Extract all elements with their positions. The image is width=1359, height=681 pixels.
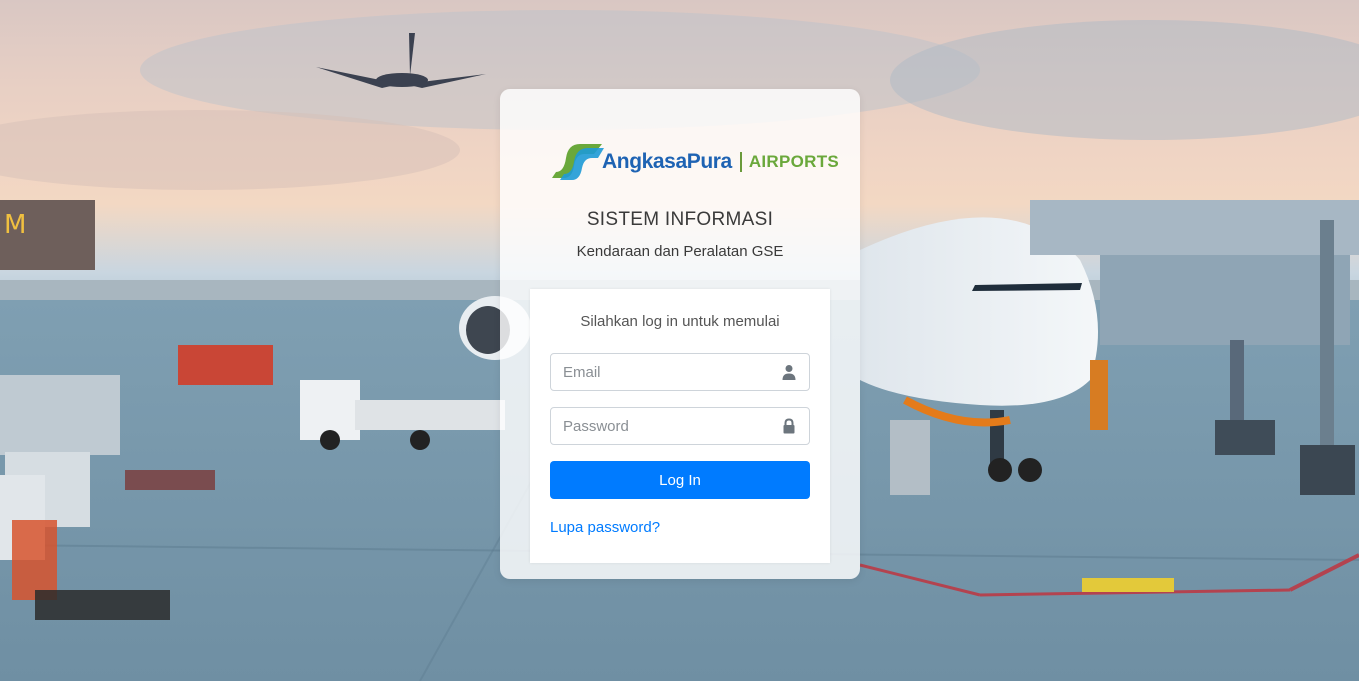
login-message: Silahkan log in untuk memulai	[580, 313, 780, 330]
jet-bridge-right	[1030, 200, 1359, 255]
page-subtitle: Kendaraan dan Peralatan GSE	[576, 243, 784, 260]
gate-sign: M	[4, 210, 26, 240]
brand-name: AngkasaPura	[602, 150, 732, 173]
login-card: AngkasaPura AIRPORTS SISTEM INFORMASI Ke…	[500, 89, 860, 579]
page-title: SISTEM INFORMASI	[586, 209, 774, 230]
forgot-password-link[interactable]: Lupa password?	[550, 519, 660, 536]
brand-logo: AngkasaPura AIRPORTS	[550, 142, 839, 182]
email-field	[550, 353, 810, 391]
user-icon	[782, 365, 796, 380]
login-box: Silahkan log in untuk memulai Log In Lup…	[530, 289, 830, 563]
password-field	[550, 407, 810, 445]
brand-divider	[739, 152, 742, 172]
angkasapura-logo-icon	[552, 144, 604, 180]
email-input[interactable]	[551, 354, 771, 390]
password-input[interactable]	[551, 408, 771, 444]
lock-icon	[783, 418, 795, 434]
brand-suffix: AIRPORTS	[748, 152, 840, 171]
login-button[interactable]: Log In	[550, 461, 810, 499]
